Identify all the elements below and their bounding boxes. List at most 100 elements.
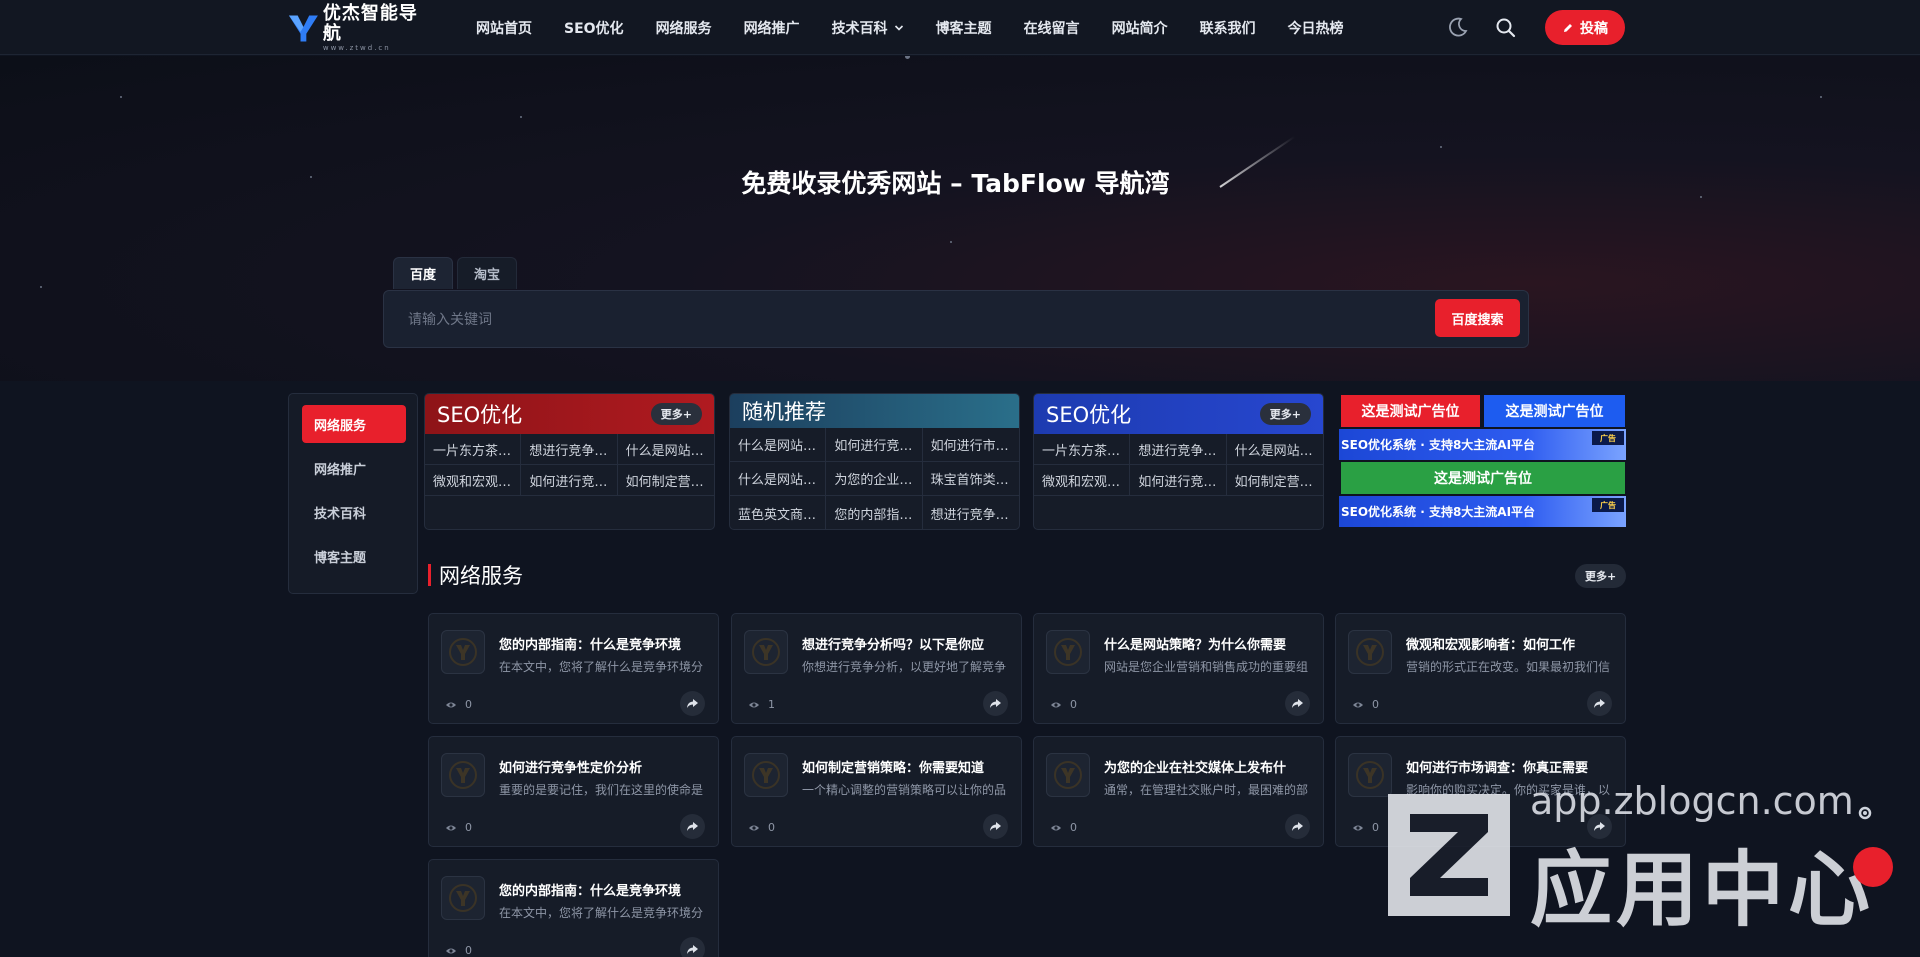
- ad-banner-text: SEO优化系统 · 支持8大主流AI平台: [1341, 505, 1536, 519]
- category-link[interactable]: 微观和宏观…: [1034, 465, 1131, 496]
- article-title[interactable]: 什么是网站策略？为什么你需要: [1104, 634, 1312, 653]
- article-title[interactable]: 想进行竞争分析吗？以下是你应: [802, 634, 1010, 653]
- article-card[interactable]: 您的内部指南：什么是竞争环境 在本文中，您将了解什么是竞争环境分 0: [428, 613, 719, 724]
- category-link[interactable]: 珠宝首饰类…: [922, 462, 1019, 496]
- category-link[interactable]: 如何进行竞…: [826, 428, 923, 462]
- article-title[interactable]: 如何进行市场调查：你真正需要: [1406, 757, 1614, 776]
- share-button[interactable]: [680, 691, 705, 716]
- more-button[interactable]: 更多+: [1259, 403, 1311, 425]
- gear-icon[interactable]: [1856, 804, 1874, 822]
- tab-baidu[interactable]: 百度: [393, 257, 454, 289]
- article-card[interactable]: 如何进行竞争性定价分析 重要的是要记住，我们在这里的使命是 0: [428, 736, 719, 847]
- article-title[interactable]: 如何进行竞争性定价分析: [499, 757, 707, 776]
- article-excerpt: 你想进行竞争分析，以更好地了解竞争: [802, 660, 1007, 674]
- article-thumbnail[interactable]: [441, 753, 485, 797]
- nav-home[interactable]: 网站首页: [476, 18, 532, 38]
- category-link[interactable]: 一片东方茶…: [1034, 434, 1131, 465]
- site-logo[interactable]: 优杰智能导航 www.ztwd.cn: [287, 4, 433, 52]
- share-button[interactable]: [680, 814, 705, 839]
- category-link[interactable]: 蓝色英文商…: [730, 496, 827, 529]
- nav-blog-theme[interactable]: 博客主题: [936, 18, 992, 38]
- article-thumbnail[interactable]: [1046, 753, 1090, 797]
- share-button[interactable]: [1285, 814, 1310, 839]
- article-card[interactable]: 什么是网站策略？为什么你需要 网站是您企业营销和销售成功的重要组 0: [1033, 613, 1324, 724]
- more-button[interactable]: 更多+: [650, 403, 702, 425]
- category-link[interactable]: 一片东方茶…: [425, 434, 522, 465]
- search-icon[interactable]: [1495, 17, 1516, 38]
- article-card[interactable]: 为您的企业在社交媒体上发布什 通常，在管理社交账户时，最困难的部 0: [1033, 736, 1324, 847]
- share-button[interactable]: [1285, 691, 1310, 716]
- ad-tag: 广告: [1592, 498, 1624, 512]
- category-link[interactable]: 为您的企业…: [826, 462, 923, 496]
- category-link[interactable]: 什么是网站…: [1226, 434, 1323, 465]
- article-card[interactable]: 微观和宏观影响者：如何工作 营销的形式正在改变。如果最初我们信 0: [1335, 613, 1626, 724]
- search-input[interactable]: [408, 305, 1368, 335]
- category-link[interactable]: 想进行竞争…: [521, 434, 618, 465]
- category-link[interactable]: 如何进行市…: [922, 428, 1019, 462]
- category-link[interactable]: 如何制定营…: [617, 465, 714, 496]
- nav-seo[interactable]: SEO优化: [564, 18, 624, 38]
- category-link[interactable]: 您的内部指…: [826, 496, 923, 529]
- view-count: 0: [1352, 821, 1379, 834]
- nav-tech-wiki[interactable]: 技术百科: [832, 18, 904, 38]
- share-button[interactable]: [680, 937, 705, 957]
- sidebar-item-tech-wiki[interactable]: 技术百科: [302, 493, 406, 531]
- category-link[interactable]: 如何进行竞…: [1130, 465, 1227, 496]
- category-link[interactable]: 如何进行竞…: [521, 465, 618, 496]
- article-thumbnail[interactable]: [744, 753, 788, 797]
- article-card[interactable]: 您的内部指南：什么是竞争环境 在本文中，您将了解什么是竞争环境分 0: [428, 859, 719, 957]
- category-link[interactable]: 如何制定营…: [1226, 465, 1323, 496]
- category-link[interactable]: 什么是网站…: [617, 434, 714, 465]
- article-thumbnail[interactable]: [1348, 753, 1392, 797]
- ad-slot-green[interactable]: 这是测试广告位: [1341, 462, 1625, 494]
- ad-slot-blue[interactable]: 这是测试广告位: [1484, 395, 1625, 427]
- article-thumbnail[interactable]: [441, 630, 485, 674]
- nav-guestbook[interactable]: 在线留言: [1024, 18, 1080, 38]
- article-title[interactable]: 微观和宏观影响者：如何工作: [1406, 634, 1614, 653]
- share-button[interactable]: [983, 814, 1008, 839]
- share-button[interactable]: [1587, 691, 1612, 716]
- eye-icon: [749, 702, 759, 707]
- article-card[interactable]: 想进行竞争分析吗？以下是你应你想进行竞争分析，以更好地了解竞争 1: [731, 613, 1022, 724]
- article-thumbnail[interactable]: [1046, 630, 1090, 674]
- article-title[interactable]: 您的内部指南：什么是竞争环境: [499, 634, 707, 653]
- section-more-button[interactable]: 更多+: [1575, 564, 1627, 588]
- sidebar-item-network-promotion[interactable]: 网络推广: [302, 449, 406, 487]
- article-card[interactable]: 如何制定营销策略：你需要知道 一个精心调整的营销策略可以让你的品 0: [731, 736, 1022, 847]
- category-link[interactable]: 微观和宏观…: [425, 465, 522, 496]
- article-title[interactable]: 您的内部指南：什么是竞争环境: [499, 880, 707, 899]
- nav-hot-today[interactable]: 今日热榜: [1288, 18, 1344, 38]
- article-title[interactable]: 为您的企业在社交媒体上发布什: [1104, 757, 1312, 776]
- sidebar-item-blog-theme[interactable]: 博客主题: [302, 537, 406, 575]
- nav-network-promotion[interactable]: 网络推广: [744, 18, 800, 38]
- category-box-seo: SEO优化 更多+ 一片东方茶… 想进行竞争… 什么是网站… 微观和宏观… 如何…: [424, 393, 715, 530]
- submit-site-button[interactable]: 投稿: [1545, 10, 1625, 45]
- sidebar-item-network-service[interactable]: 网络服务: [302, 405, 406, 443]
- category-title: SEO优化: [1046, 403, 1132, 427]
- baidu-search-button[interactable]: 百度搜索: [1435, 299, 1520, 337]
- ad-banner[interactable]: SEO优化系统 · 支持8大主流AI平台 广告: [1339, 429, 1626, 460]
- ad-banner[interactable]: SEO优化系统 · 支持8大主流AI平台 广告: [1339, 496, 1626, 527]
- nav-about[interactable]: 网站简介: [1112, 18, 1168, 38]
- ad-slot-red[interactable]: 这是测试广告位: [1341, 395, 1480, 427]
- tab-taobao[interactable]: 淘宝: [457, 257, 518, 289]
- view-count: 0: [445, 944, 472, 957]
- moon-icon[interactable]: [1447, 16, 1469, 38]
- share-button[interactable]: [983, 691, 1008, 716]
- nav-contact[interactable]: 联系我们: [1200, 18, 1256, 38]
- category-link[interactable]: 想进行竞争…: [923, 496, 1019, 529]
- article-thumbnail[interactable]: [441, 876, 485, 920]
- category-link[interactable]: 什么是网站…: [730, 428, 827, 462]
- share-icon: [687, 699, 698, 708]
- view-count-value: 0: [768, 821, 775, 834]
- view-count: 1: [748, 698, 775, 711]
- category-link[interactable]: 什么是网站…: [730, 462, 827, 496]
- article-title[interactable]: 如何制定营销策略：你需要知道: [802, 757, 1010, 776]
- back-to-top-button[interactable]: [1853, 847, 1893, 887]
- article-thumbnail[interactable]: [1348, 630, 1392, 674]
- nav-network-service[interactable]: 网络服务: [656, 18, 712, 38]
- logo-y-icon: [1054, 761, 1082, 789]
- article-thumbnail[interactable]: [744, 630, 788, 674]
- category-link[interactable]: 想进行竞争…: [1130, 434, 1227, 465]
- category-title: 随机推荐: [742, 400, 826, 424]
